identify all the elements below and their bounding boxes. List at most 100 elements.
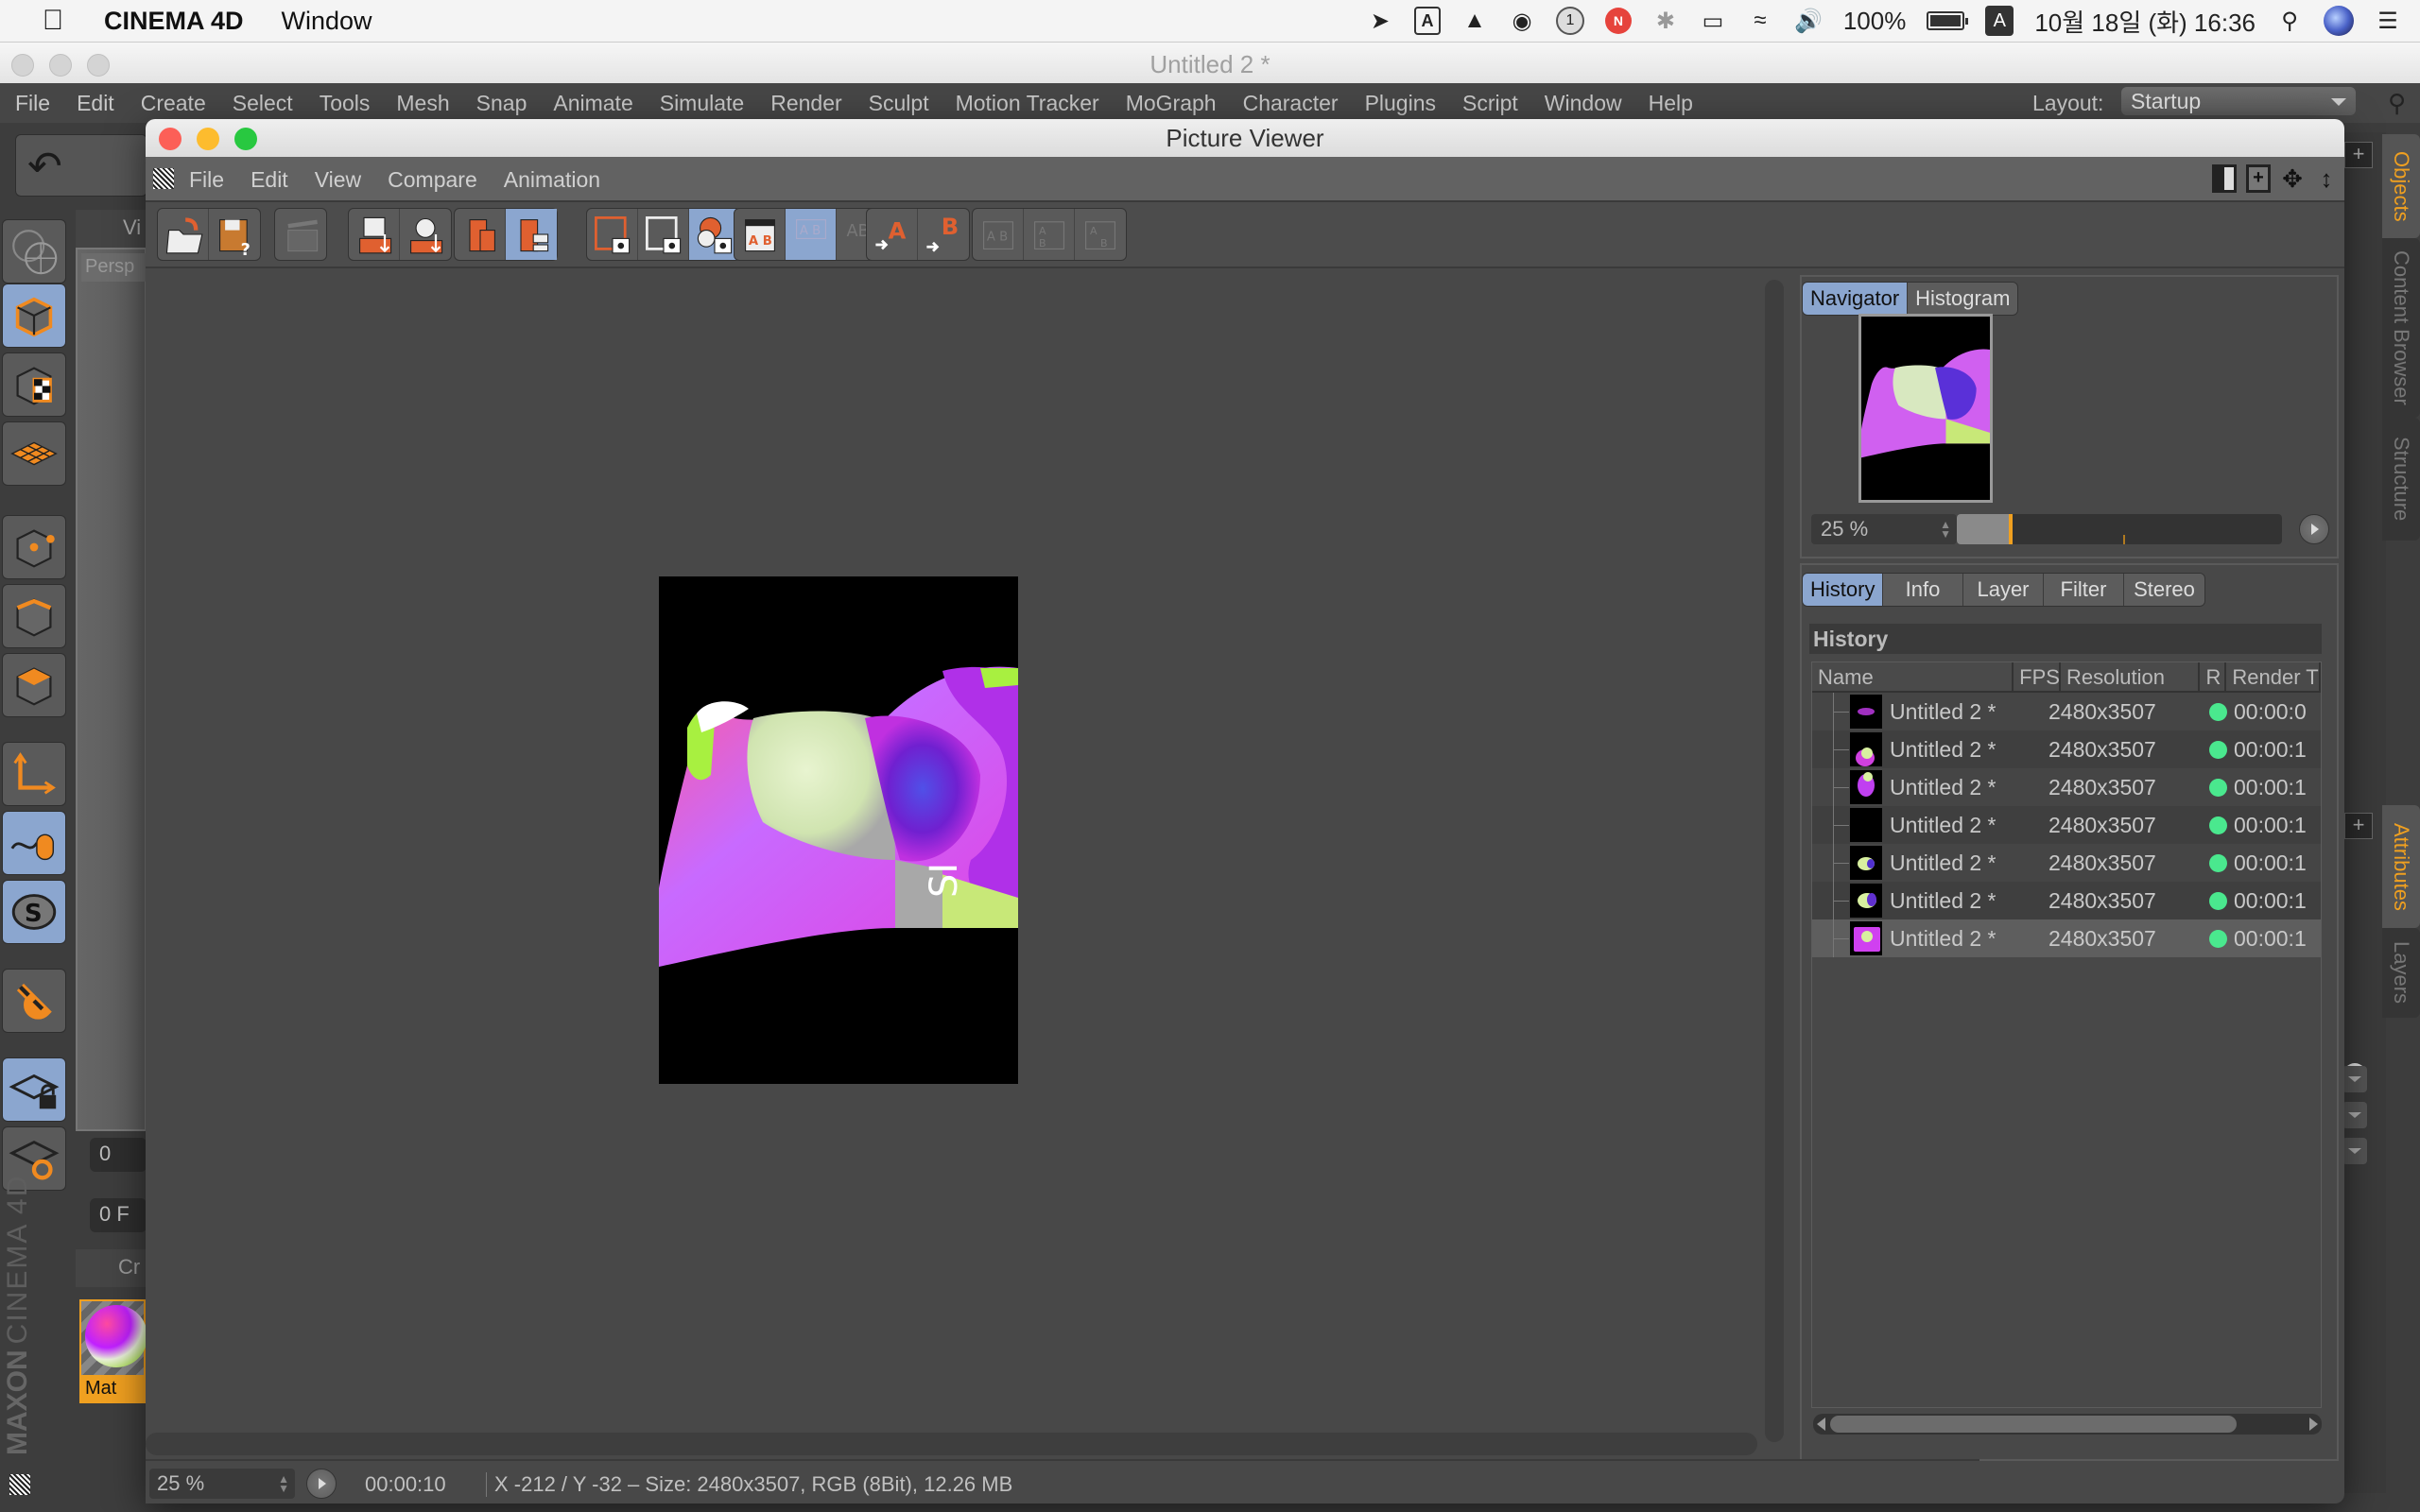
history-row[interactable]: Untitled 2 * 2480x3507 00:00:1	[1812, 882, 2321, 919]
tab-stereo[interactable]: Stereo	[2124, 574, 2204, 606]
view-switch-button[interactable]	[2, 219, 66, 284]
tool-edges-mode[interactable]	[2, 584, 66, 648]
frame-field[interactable]: 0 F	[90, 1198, 147, 1232]
open-button[interactable]	[158, 209, 209, 260]
history-row[interactable]: Untitled 2 * 2480x3507 00:00:1	[1812, 768, 2321, 806]
bottom-grip-handle[interactable]	[9, 1474, 30, 1495]
column-header-resolution[interactable]: Resolution	[2061, 662, 2201, 691]
apple-menu-icon[interactable]: 	[38, 5, 68, 37]
column-header-name[interactable]: Name	[1812, 662, 2014, 691]
menu-edit[interactable]: Edit	[77, 91, 114, 116]
airplay-icon[interactable]: ▭	[1700, 7, 1726, 35]
spotlight-search-icon[interactable]: ⚲	[2276, 7, 2303, 35]
history-row[interactable]: Untitled 2 * 2480x3507 00:00:0	[1812, 693, 2321, 730]
clock[interactable]: 10월 18일 (화) 16:36	[2034, 4, 2256, 39]
menu-animate[interactable]: Animate	[553, 91, 632, 116]
scroll-right-icon[interactable]	[2309, 1418, 2318, 1431]
canvas-horizontal-scrollbar[interactable]	[146, 1433, 1757, 1455]
history-row[interactable]: Untitled 2 * 2480x3507 00:00:1	[1812, 919, 2321, 957]
material-menu-stub[interactable]: Cr	[118, 1255, 140, 1279]
battery-icon[interactable]	[1927, 11, 1969, 30]
attr-dropdown-2[interactable]	[2342, 1102, 2367, 1128]
tool-axis-mode[interactable]	[2, 742, 66, 806]
tab-layer[interactable]: Layer	[1963, 574, 2044, 606]
tab-filter[interactable]: Filter	[2044, 574, 2124, 606]
stepper-icon[interactable]: ▲ ▼	[1940, 519, 1951, 540]
menu-window[interactable]: Window	[1545, 91, 1622, 116]
zoom-slider-handle[interactable]	[2009, 514, 2013, 544]
tab-navigator[interactable]: Navigator	[1803, 283, 1909, 315]
compare-split-button[interactable]: A B	[786, 209, 837, 260]
menu-select[interactable]: Select	[233, 91, 293, 116]
dock-tab-content-browser[interactable]: Content Browser	[2382, 238, 2420, 418]
add-to-history-button[interactable]	[349, 209, 400, 260]
menu-plugins[interactable]: Plugins	[1365, 91, 1436, 116]
input-method-icon[interactable]: A	[1985, 6, 2014, 36]
tool-model-mode[interactable]	[2, 284, 66, 348]
material-swatch[interactable]: Mat	[79, 1299, 147, 1403]
attr-dropdown-1[interactable]	[2342, 1066, 2367, 1092]
tool-lock-workplane[interactable]	[2, 1057, 66, 1122]
menu-character[interactable]: Character	[1243, 91, 1339, 116]
navigator-zoom-field[interactable]: 25 % ▲ ▼	[1811, 514, 1957, 544]
dock-tab-objects[interactable]: Objects	[2382, 134, 2420, 238]
canvas-vertical-scrollbar[interactable]	[1765, 280, 1784, 1442]
menu-mesh[interactable]: Mesh	[396, 91, 449, 116]
command-search-icon[interactable]: ⚲	[2388, 89, 2416, 117]
column-header-render-t[interactable]: Render T	[2226, 662, 2321, 691]
bluetooth-icon[interactable]: ✱	[1652, 7, 1679, 35]
tool-workplane-mode[interactable]	[2, 421, 66, 486]
adobe-icon[interactable]: A	[1413, 7, 1441, 35]
pv-menu-animation[interactable]: Animation	[504, 167, 600, 193]
chat-icon[interactable]: N	[1604, 8, 1632, 34]
save-as-button[interactable]: ?	[209, 209, 260, 260]
viewport-menu-stub[interactable]: Vi	[123, 215, 141, 239]
history-row[interactable]: Untitled 2 * 2480x3507 00:00:1	[1812, 730, 2321, 768]
resize-vertical-icon[interactable]: ↕	[2314, 164, 2339, 193]
save-snapshot-button[interactable]	[400, 209, 451, 260]
scrollbar-thumb[interactable]	[1830, 1416, 2237, 1433]
layout-dropdown[interactable]: Startup	[2121, 87, 2356, 115]
history-filter-button[interactable]	[506, 209, 557, 260]
new-panel-icon[interactable]: +	[2246, 164, 2271, 193]
stepper-icon[interactable]: ▲ ▼	[278, 1473, 289, 1494]
notification-1-icon[interactable]: 1	[1555, 7, 1584, 35]
app-menu[interactable]: CINEMA 4D	[104, 7, 244, 36]
tab-histogram[interactable]: Histogram	[1908, 283, 2018, 315]
attributes-panel-expand-icon[interactable]: +	[2344, 813, 2373, 839]
viewport[interactable]	[76, 248, 147, 1131]
tool-snap-magnet[interactable]	[2, 969, 66, 1033]
dock-tab-structure[interactable]: Structure	[2382, 418, 2420, 541]
tab-info[interactable]: Info	[1883, 574, 1963, 606]
pv-menu-view[interactable]: View	[315, 167, 361, 193]
history-row[interactable]: Untitled 2 * 2480x3507 00:00:1	[1812, 844, 2321, 882]
status-zoom-field[interactable]: 25 % ▲ ▼	[149, 1469, 295, 1499]
undo-icon[interactable]: ↶	[27, 143, 62, 191]
tool-solo-mode[interactable]: S	[2, 880, 66, 944]
menu-create[interactable]: Create	[141, 91, 206, 116]
notification-center-icon[interactable]: ☰	[2375, 7, 2401, 35]
menu-render[interactable]: Render	[770, 91, 841, 116]
menu-file[interactable]: File	[15, 91, 50, 116]
tool-polygons-mode[interactable]	[2, 653, 66, 717]
history-horizontal-scrollbar[interactable]	[1813, 1414, 2322, 1435]
column-header-fps[interactable]: FPS	[2014, 662, 2061, 691]
attr-dropdown-3[interactable]	[2342, 1138, 2367, 1164]
menu-sculpt[interactable]: Sculpt	[869, 91, 929, 116]
navigator-play-button[interactable]	[2299, 514, 2329, 544]
split-panel-icon[interactable]	[2212, 164, 2237, 193]
volume-icon[interactable]: 🔊	[1794, 7, 1823, 35]
menu-motion-tracker[interactable]: Motion Tracker	[956, 91, 1099, 116]
menu-mograph[interactable]: MoGraph	[1126, 91, 1217, 116]
window-menu[interactable]: Window	[282, 7, 372, 36]
history-row[interactable]: Untitled 2 * 2480x3507 00:00:1	[1812, 806, 2321, 844]
timeline-ruler[interactable]: 0	[90, 1138, 147, 1172]
pv-menu-file[interactable]: File	[189, 167, 224, 193]
render-canvas[interactable]: SI	[146, 268, 1762, 1431]
drive-icon[interactable]: ▲	[1461, 7, 1488, 35]
compare-ab-button[interactable]: A B	[735, 209, 786, 260]
audio-icon[interactable]: ◉	[1509, 7, 1535, 35]
wifi-icon[interactable]: ≈	[1747, 7, 1773, 35]
set-a-button[interactable]: A	[867, 209, 918, 260]
tool-texture-mode[interactable]	[2, 352, 66, 417]
